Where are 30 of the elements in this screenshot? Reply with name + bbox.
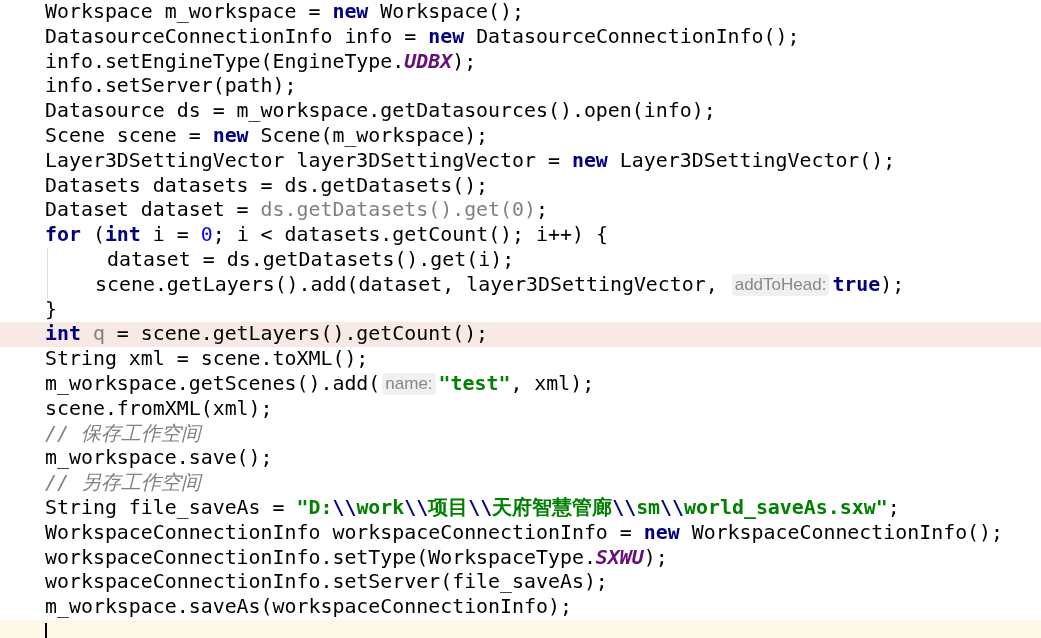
code-line: for (int i = 0; i < datasets.getCount(); i++) { [44,223,609,248]
code-line: workspaceConnectionInfo.setServer(file_saveAs); [44,570,609,596]
parameter-hint: addToHead: [731,274,830,297]
code-line: workspaceConnectionInfo.setType(WorkspaceType.SXWU); [44,545,669,571]
code-line: // 保存工作空间 [44,421,204,447]
code-line: scene.fromXML(xml); [44,396,274,422]
code-line: // 另存工作空间 [44,471,204,496]
code-line: info.setServer(path); [44,74,298,100]
text-cursor [45,622,47,638]
code-line: Datasets datasets = ds.getDatasets(); [44,173,490,199]
code-text: scene.getLayers().add(dataset, layer3DSettingVector, [95,272,719,298]
code-line: String xml = scene.toXML(); [44,347,370,372]
code-line: m_workspace.save(); [44,446,274,472]
code-text: m_workspace.getScenes().add( [45,371,381,397]
code-text: true); [832,272,905,298]
code-line: dataset = ds.getDatasets().get(i); [105,247,516,273]
code-line: String file_saveAs = "D:\\work\\项目\\天府智慧管廊\\sm\\world_saveAs.sxw"; [44,495,901,521]
code-line: m_workspace.saveAs(workspaceConnectionInfo); [44,595,573,620]
code-line: Dataset dataset = ds.getDatasets().get(0); [44,198,549,224]
code-line: Scene scene = new Scene(m_workspace); [44,124,490,149]
code-line: Datasource ds = m_workspace.getDatasources().open(info); [44,99,717,124]
parameter-hint: name: [382,373,436,396]
code-line: Workspace m_workspace = new Workspace(); [44,0,526,25]
code-text: "test", xml); [438,371,595,397]
code-line: DatasourceConnectionInfo info = new DatasourceConnectionInfo(); [44,24,801,50]
code-line: Layer3DSettingVector layer3DSettingVector = new Layer3DSettingVector(); [44,148,897,174]
code-editor[interactable] [0,0,1041,638]
code-line: WorkspaceConnectionInfo workspaceConnectionInfo = new WorkspaceConnectionInfo(); [44,520,1005,546]
code-line: info.setEngineType(EngineType.UDBX); [44,49,478,75]
code-line: } [44,297,58,323]
